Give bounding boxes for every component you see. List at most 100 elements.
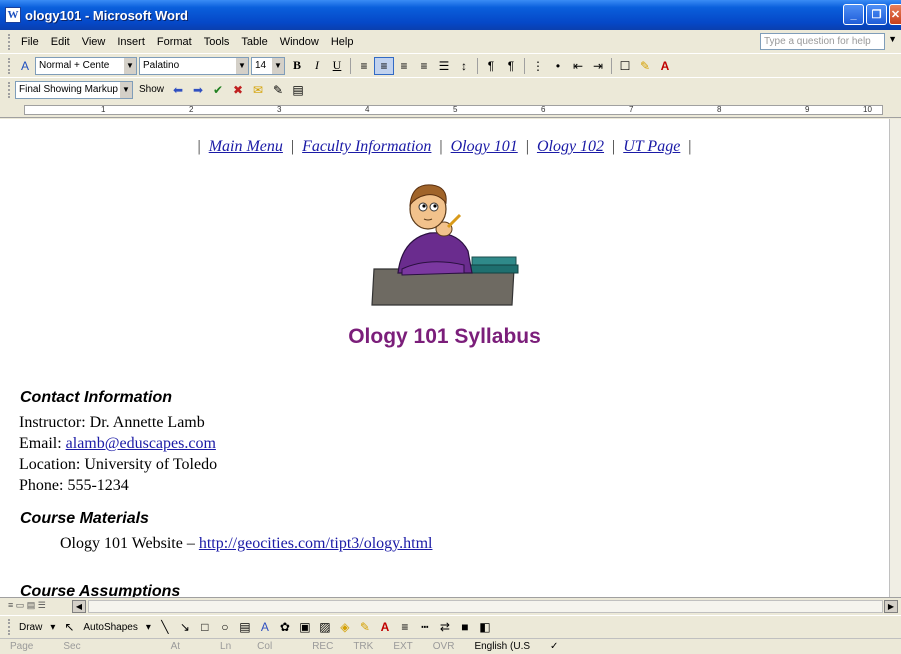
autoshapes-menu[interactable]: AutoShapes: [79, 622, 142, 633]
nav-link-ology-101[interactable]: Ology 101: [447, 138, 522, 155]
picture-icon[interactable]: ▨: [315, 618, 335, 636]
horizontal-scrollbar[interactable]: [88, 600, 883, 613]
line-icon[interactable]: ╲: [155, 618, 175, 636]
underline-button[interactable]: U: [327, 57, 347, 75]
arrow-icon[interactable]: ↘: [175, 618, 195, 636]
toolbar-grip[interactable]: [8, 619, 11, 635]
word-doc-icon[interactable]: W: [5, 7, 21, 23]
line-style-icon[interactable]: ≡: [395, 618, 415, 636]
website-link[interactable]: http://geocities.com/tipt3/ology.html: [199, 535, 433, 552]
font-color-icon[interactable]: A: [375, 618, 395, 636]
previous-change-icon[interactable]: ⬅: [168, 81, 188, 99]
line-color-icon[interactable]: ✎: [355, 618, 375, 636]
show-menu[interactable]: Show: [135, 84, 168, 95]
line-spacing-icon[interactable]: ↕: [454, 57, 474, 75]
dash-style-icon[interactable]: ┅: [415, 618, 435, 636]
text-box-icon[interactable]: ▤: [235, 618, 255, 636]
horizontal-ruler[interactable]: 1 2 3 4 5 6 7 8 9 10: [0, 102, 901, 118]
increase-indent-icon[interactable]: ⇥: [588, 57, 608, 75]
insert-comment-icon[interactable]: ✉: [248, 81, 268, 99]
status-ovr[interactable]: OVR: [423, 641, 465, 652]
help-dropdown-icon[interactable]: ▼: [888, 34, 897, 44]
styles-pane-icon[interactable]: A: [15, 57, 35, 75]
accept-change-icon[interactable]: ✔: [208, 81, 228, 99]
spelling-status-icon[interactable]: ✓: [540, 641, 568, 652]
decrease-indent-icon[interactable]: ⇤: [568, 57, 588, 75]
fill-color-icon[interactable]: ◈: [335, 618, 355, 636]
font-color-icon[interactable]: A: [655, 57, 675, 75]
menu-edit[interactable]: Edit: [45, 36, 76, 48]
nav-link-ology-102[interactable]: Ology 102: [533, 138, 608, 155]
wordart-icon[interactable]: A: [255, 618, 275, 636]
italic-button[interactable]: I: [307, 57, 327, 75]
chevron-down-icon[interactable]: ▼: [272, 57, 284, 74]
status-trk[interactable]: TRK: [343, 641, 383, 652]
font-size-select[interactable]: 14 ▼: [251, 56, 285, 75]
menu-tools[interactable]: Tools: [198, 36, 236, 48]
rtl-paragraph-icon[interactable]: ¶: [501, 57, 521, 75]
bullets-icon[interactable]: •: [548, 57, 568, 75]
chevron-down-icon[interactable]: ▼: [236, 57, 248, 74]
toolbar-grip[interactable]: [8, 81, 11, 98]
arrow-style-icon[interactable]: ⇄: [435, 618, 455, 636]
chevron-down-icon[interactable]: ▼: [124, 57, 136, 74]
scroll-right-icon[interactable]: ▶: [884, 600, 898, 613]
menu-file[interactable]: File: [15, 36, 45, 48]
font-select[interactable]: Palatino ▼: [139, 56, 249, 75]
select-objects-icon[interactable]: ↖: [59, 618, 79, 636]
3d-style-icon[interactable]: ◧: [475, 618, 495, 636]
reject-change-icon[interactable]: ✖: [228, 81, 248, 99]
highlight-icon[interactable]: ✎: [635, 57, 655, 75]
scroll-left-icon[interactable]: ◀: [72, 600, 86, 613]
help-question-input[interactable]: Type a question for help: [760, 33, 885, 50]
formatting-toolbar: A Normal + Cente ▼ Palatino ▼ 14 ▼ B I U…: [0, 53, 901, 77]
bold-button[interactable]: B: [287, 57, 307, 75]
status-language[interactable]: English (U.S: [464, 641, 540, 652]
toolbar-grip[interactable]: [8, 57, 11, 74]
menu-view[interactable]: View: [76, 36, 112, 48]
chevron-down-icon[interactable]: ▾: [46, 622, 59, 633]
oval-icon[interactable]: ○: [215, 618, 235, 636]
menubar-grip[interactable]: [8, 33, 11, 50]
menu-bar: File Edit View Insert Format Tools Table…: [0, 31, 901, 52]
ltr-paragraph-icon[interactable]: ¶: [481, 57, 501, 75]
nav-link-main-menu[interactable]: Main Menu: [205, 138, 287, 155]
numbering-icon[interactable]: ⋮: [528, 57, 548, 75]
vertical-scrollbar[interactable]: [889, 119, 901, 597]
menu-insert[interactable]: Insert: [111, 36, 151, 48]
style-select[interactable]: Normal + Cente ▼: [35, 56, 137, 75]
clipart-icon[interactable]: ▣: [295, 618, 315, 636]
menu-table[interactable]: Table: [235, 36, 273, 48]
reviewing-pane-icon[interactable]: ▤: [288, 81, 308, 99]
align-center-icon[interactable]: ≡: [374, 56, 394, 75]
nav-link-faculty-information[interactable]: Faculty Information: [298, 138, 435, 155]
view-buttons-icon[interactable]: ≡ ▭ ▤ ☰: [8, 600, 46, 611]
menu-window[interactable]: Window: [274, 36, 325, 48]
close-button[interactable]: ✕: [889, 4, 901, 25]
rectangle-icon[interactable]: □: [195, 618, 215, 636]
display-for-review-select[interactable]: Final Showing Markup ▼: [15, 80, 133, 99]
status-ext[interactable]: EXT: [383, 641, 422, 652]
status-rec[interactable]: REC: [302, 641, 343, 652]
distributed-icon[interactable]: ☰: [434, 57, 454, 75]
justify-icon[interactable]: ≡: [414, 57, 434, 75]
title-bar: W ology101 - Microsoft Word _ ❐ ✕: [0, 0, 901, 30]
border-icon[interactable]: ☐: [615, 57, 635, 75]
minimize-button[interactable]: _: [843, 4, 864, 25]
draw-menu[interactable]: Draw: [15, 622, 46, 633]
track-changes-icon[interactable]: ✎: [268, 81, 288, 99]
restore-button[interactable]: ❐: [866, 4, 887, 25]
chevron-down-icon[interactable]: ▾: [142, 622, 155, 633]
document-page[interactable]: | Main Menu | Faculty Information | Olog…: [0, 119, 889, 597]
student-thinking-clipart[interactable]: [368, 177, 520, 309]
diagram-icon[interactable]: ✿: [275, 618, 295, 636]
shadow-icon[interactable]: ■: [455, 618, 475, 636]
email-link[interactable]: alamb@eduscapes.com: [66, 435, 216, 452]
chevron-down-icon[interactable]: ▼: [120, 81, 132, 98]
menu-help[interactable]: Help: [325, 36, 360, 48]
align-left-icon[interactable]: ≡: [354, 57, 374, 75]
nav-link-ut-page[interactable]: UT Page: [619, 138, 684, 155]
align-right-icon[interactable]: ≡: [394, 57, 414, 75]
next-change-icon[interactable]: ➡: [188, 81, 208, 99]
menu-format[interactable]: Format: [151, 36, 198, 48]
